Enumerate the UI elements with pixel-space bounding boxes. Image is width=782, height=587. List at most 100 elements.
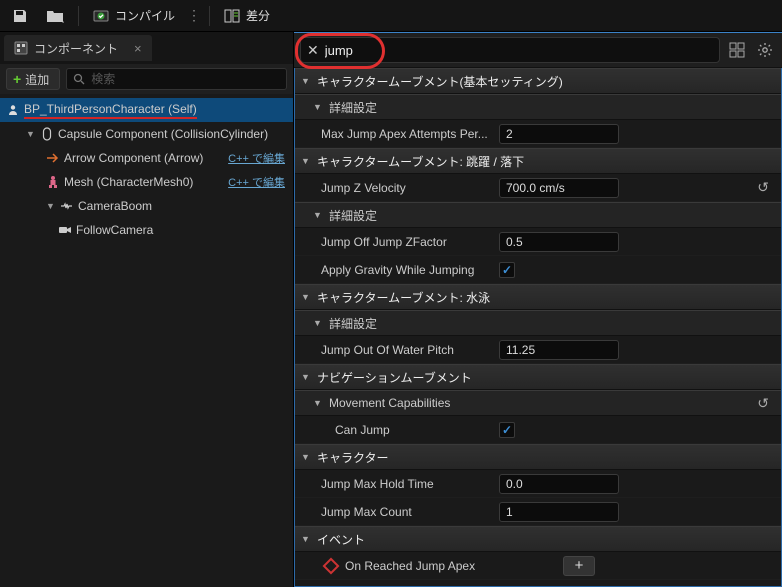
- cpp-edit-link[interactable]: C++ で編集: [228, 150, 289, 166]
- jump-z-velocity-input[interactable]: [499, 178, 619, 198]
- prop-jump-off-zfactor: Jump Off Jump ZFactor: [295, 228, 781, 256]
- jump-out-water-input[interactable]: [499, 340, 619, 360]
- prop-jump-out-water-pitch: Jump Out Of Water Pitch: [295, 336, 781, 364]
- add-component-button[interactable]: + 追加: [6, 68, 60, 90]
- prop-jump-max-count: Jump Max Count: [295, 498, 781, 526]
- max-jump-apex-input[interactable]: [499, 124, 619, 144]
- category-char-move-swim[interactable]: ▼ キャラクタームーブメント: 水泳: [295, 284, 781, 310]
- chevron-down-icon: ▼: [313, 398, 323, 408]
- chevron-down-icon[interactable]: ▼: [46, 201, 56, 211]
- tree-row-camera-boom[interactable]: ▼ CameraBoom: [0, 194, 293, 218]
- property-matrix-button[interactable]: [726, 39, 748, 61]
- category-advanced-settings-swim[interactable]: ▼ 詳細設定: [295, 310, 781, 336]
- category-label: キャラクター: [317, 449, 389, 466]
- components-toolbar: + 追加: [0, 64, 293, 94]
- details-panel: 詳細 × ✕: [294, 32, 782, 587]
- category-char-move-basic[interactable]: ▼ キャラクタームーブメント(基本セッティング): [295, 68, 781, 94]
- jump-max-hold-input[interactable]: [499, 474, 619, 494]
- prop-label: Jump Off Jump ZFactor: [321, 235, 491, 249]
- browse-button[interactable]: [38, 3, 72, 29]
- prop-apply-gravity: Apply Gravity While Jumping: [295, 256, 781, 284]
- jump-max-count-input[interactable]: [499, 502, 619, 522]
- main-toolbar: コンパイル ⋮ 差分: [0, 0, 782, 32]
- prop-label: Jump Out Of Water Pitch: [321, 343, 491, 357]
- compile-label: コンパイル: [115, 7, 175, 24]
- tree-label: Mesh (CharacterMesh0): [64, 175, 193, 189]
- close-icon[interactable]: ×: [134, 41, 142, 56]
- component-tree: BP_ThirdPersonCharacter (Self) ▼ Capsule…: [0, 94, 293, 587]
- event-label: On Reached Jump Apex: [345, 559, 545, 573]
- compile-icon: [93, 8, 109, 24]
- diff-icon: [224, 8, 240, 24]
- details-search[interactable]: ✕: [300, 37, 720, 63]
- components-tab-label: コンポーネント: [34, 40, 118, 57]
- prop-jump-max-hold: Jump Max Hold Time: [295, 470, 781, 498]
- components-tab[interactable]: コンポーネント ×: [4, 35, 152, 61]
- chevron-down-icon: ▼: [313, 102, 323, 112]
- tree-row-capsule[interactable]: ▼ Capsule Component (CollisionCylinder): [0, 122, 293, 146]
- reset-to-default-icon[interactable]: ↺: [757, 395, 775, 412]
- tree-label: Arrow Component (Arrow): [64, 151, 203, 165]
- category-label: ナビゲーションムーブメント: [317, 369, 472, 386]
- tree-row-arrow[interactable]: Arrow Component (Arrow) C++ で編集: [0, 146, 293, 170]
- category-advanced-settings-jump[interactable]: ▼ 詳細設定: [295, 202, 781, 228]
- prop-max-jump-apex: Max Jump Apex Attempts Per...: [295, 120, 781, 148]
- save-button[interactable]: [4, 3, 36, 29]
- category-events[interactable]: ▼ イベント: [295, 526, 781, 552]
- settings-button[interactable]: [754, 39, 776, 61]
- category-label: イベント: [317, 531, 365, 548]
- folder-icon: [46, 9, 64, 23]
- apply-gravity-checkbox[interactable]: [499, 262, 515, 278]
- category-label: キャラクタームーブメント(基本セッティング): [317, 73, 563, 90]
- prop-jump-z-velocity: Jump Z Velocity ↺: [295, 174, 781, 202]
- details-search-input[interactable]: [325, 43, 713, 58]
- components-icon: [14, 41, 28, 55]
- spring-arm-icon: [60, 199, 74, 213]
- prop-label: Jump Max Count: [321, 505, 491, 519]
- prop-label: Can Jump: [335, 423, 491, 437]
- category-nav-movement[interactable]: ▼ ナビゲーションムーブメント: [295, 364, 781, 390]
- compile-button[interactable]: コンパイル: [85, 3, 183, 29]
- component-search[interactable]: [66, 68, 287, 90]
- compile-options-icon[interactable]: ⋮: [185, 7, 203, 24]
- chevron-down-icon: ▼: [313, 210, 323, 220]
- add-event-button[interactable]: +: [563, 556, 595, 576]
- prop-label: Jump Max Hold Time: [321, 477, 491, 491]
- chevron-down-icon: ▼: [301, 292, 311, 302]
- tree-label: Capsule Component (CollisionCylinder): [58, 127, 268, 141]
- diff-label: 差分: [246, 7, 270, 24]
- tree-row-follow-camera[interactable]: FollowCamera: [0, 218, 293, 242]
- category-label: 詳細設定: [329, 315, 377, 332]
- tree-row-self[interactable]: BP_ThirdPersonCharacter (Self): [0, 98, 293, 122]
- chevron-down-icon: ▼: [301, 452, 311, 462]
- component-search-input[interactable]: [91, 72, 280, 86]
- jump-off-zfactor-input[interactable]: [499, 232, 619, 252]
- details-toolbar: ✕: [294, 32, 782, 68]
- category-movement-capabilities[interactable]: ▼ Movement Capabilities ↺: [295, 390, 781, 416]
- chevron-down-icon[interactable]: ▼: [26, 129, 36, 139]
- capsule-icon: [40, 127, 54, 141]
- category-character[interactable]: ▼ キャラクター: [295, 444, 781, 470]
- plus-icon: +: [13, 71, 21, 87]
- mesh-icon: [46, 175, 60, 189]
- add-label: 追加: [25, 71, 49, 88]
- can-jump-checkbox[interactable]: [499, 422, 515, 438]
- event-on-reached-jump-apex: On Reached Jump Apex +: [295, 552, 781, 580]
- tree-label: CameraBoom: [78, 199, 152, 213]
- reset-to-default-icon[interactable]: ↺: [757, 179, 775, 196]
- close-icon[interactable]: ✕: [307, 42, 319, 59]
- gear-icon: [757, 42, 773, 58]
- details-body: ▼ キャラクタームーブメント(基本セッティング) ▼ 詳細設定 Max Jump…: [294, 68, 782, 587]
- arrow-component-icon: [46, 151, 60, 165]
- category-char-move-jump[interactable]: ▼ キャラクタームーブメント: 跳躍 / 落下: [295, 148, 781, 174]
- cpp-edit-link[interactable]: C++ で編集: [228, 174, 289, 190]
- camera-icon: [58, 223, 72, 237]
- prop-can-jump: Can Jump: [295, 416, 781, 444]
- search-icon: [73, 73, 85, 85]
- tree-row-mesh[interactable]: Mesh (CharacterMesh0) C++ で編集: [0, 170, 293, 194]
- category-advanced-settings[interactable]: ▼ 詳細設定: [295, 94, 781, 120]
- diff-button[interactable]: 差分: [216, 3, 278, 29]
- components-panel: コンポーネント × + 追加: [0, 32, 294, 587]
- chevron-down-icon: ▼: [301, 156, 311, 166]
- tree-label: FollowCamera: [76, 223, 153, 237]
